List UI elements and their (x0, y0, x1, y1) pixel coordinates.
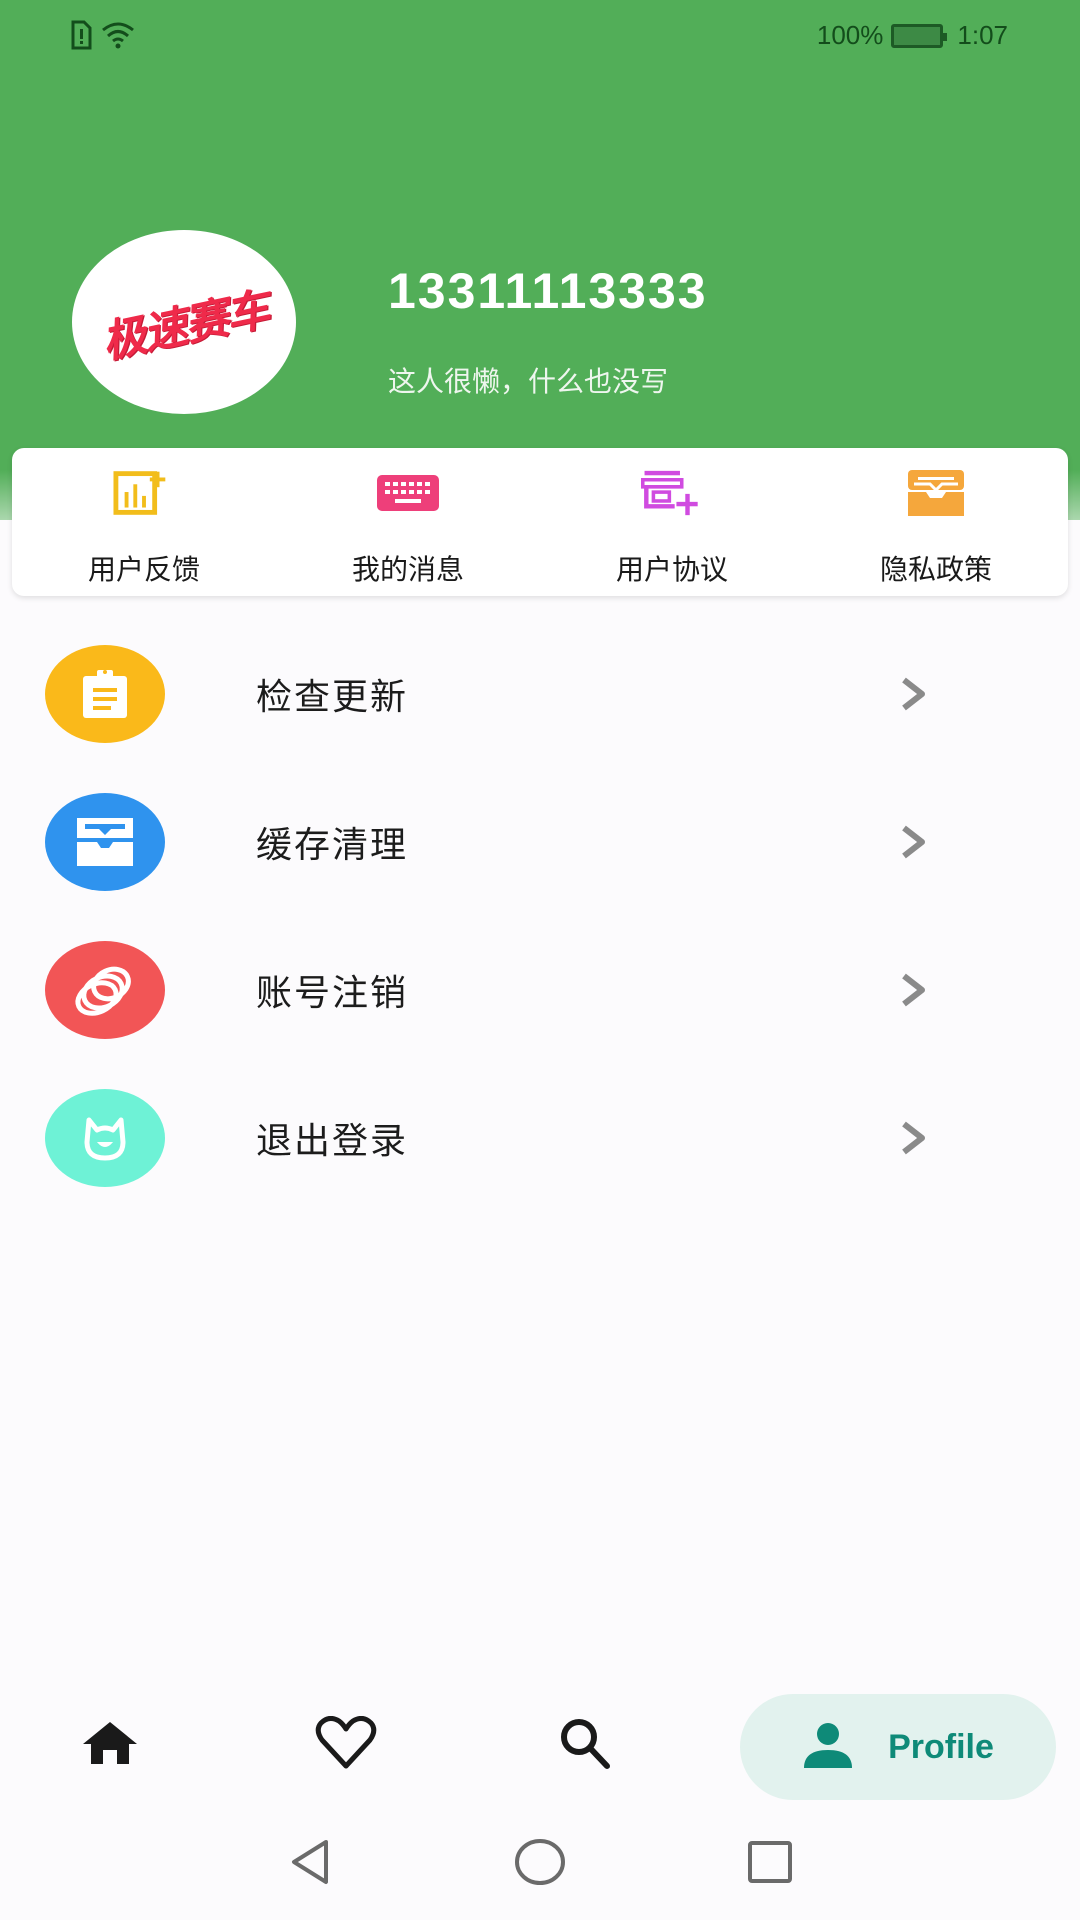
search-icon (557, 1716, 613, 1774)
cat-face-icon (45, 1089, 165, 1187)
store-add-icon (641, 468, 703, 518)
quick-actions-card: 用户反馈 我的消息 用户协议 隐私政策 (12, 448, 1068, 596)
clock: 1:07 (957, 20, 1008, 50)
settings-menu: 检查更新 缓存清理 账号注销 退出登录 (0, 620, 1080, 1212)
nav-favorites[interactable] (296, 1680, 396, 1810)
keyboard-icon (377, 468, 439, 518)
quick-action-label: 隐私政策 (879, 553, 992, 586)
chevron-right-icon (898, 970, 930, 1010)
system-navigation-bar (0, 1830, 1080, 1920)
quick-action-label: 用户协议 (615, 553, 728, 586)
recents-square-icon[interactable] (746, 1838, 794, 1890)
menu-item-logout[interactable]: 退出登录 (0, 1064, 1080, 1212)
menu-item-delete-account[interactable]: 账号注销 (0, 916, 1080, 1064)
home-circle-icon[interactable] (514, 1838, 566, 1890)
user-phone: 13311113333 (388, 263, 708, 319)
avatar-logo-text: 极速赛车 (97, 283, 273, 369)
menu-item-label: 账号注销 (256, 973, 409, 1014)
sim-alert-icon (70, 20, 92, 54)
back-triangle-icon[interactable] (286, 1838, 334, 1890)
chevron-right-icon (898, 822, 930, 862)
feedback-chart-icon (113, 468, 175, 518)
menu-item-clear-cache[interactable]: 缓存清理 (0, 768, 1080, 916)
home-icon (81, 1720, 139, 1770)
inbox-icon (905, 468, 967, 518)
archive-icon (45, 793, 165, 891)
nav-search[interactable] (535, 1680, 635, 1810)
bottom-navigation: Profile (0, 1680, 1080, 1810)
profile-header: 100% 1:07 极速赛车 13311113333 这人很懒，什么也没写 (0, 0, 1080, 520)
menu-item-label: 缓存清理 (256, 825, 409, 866)
quick-action-feedback[interactable]: 用户反馈 (12, 448, 276, 596)
menu-item-check-update[interactable]: 检查更新 (0, 620, 1080, 768)
battery-percent: 100% (816, 20, 884, 50)
screen: 100% 1:07 极速赛车 13311113333 这人很懒，什么也没写 用户… (0, 0, 1080, 1920)
person-icon (802, 1722, 854, 1772)
quick-action-messages[interactable]: 我的消息 (276, 448, 540, 596)
wifi-icon (100, 20, 136, 54)
battery-charging-icon (891, 23, 948, 48)
quick-action-label: 我的消息 (351, 553, 464, 586)
nav-profile-label: Profile (888, 1727, 994, 1766)
heart-icon (315, 1715, 377, 1774)
quick-action-agreement[interactable]: 用户协议 (540, 448, 804, 596)
chevron-right-icon (898, 674, 930, 714)
quick-action-label: 用户反馈 (87, 553, 200, 586)
menu-item-label: 退出登录 (256, 1121, 409, 1162)
nav-home[interactable] (60, 1680, 160, 1810)
rings-icon (45, 941, 165, 1039)
clipboard-icon (45, 645, 165, 743)
status-bar: 100% 1:07 (0, 0, 1080, 76)
user-bio: 这人很懒，什么也没写 (388, 365, 669, 398)
nav-profile[interactable]: Profile (740, 1694, 1056, 1800)
quick-action-privacy[interactable]: 隐私政策 (804, 448, 1068, 596)
avatar[interactable]: 极速赛车 (72, 230, 296, 414)
menu-item-label: 检查更新 (256, 677, 409, 718)
chevron-right-icon (898, 1118, 930, 1158)
